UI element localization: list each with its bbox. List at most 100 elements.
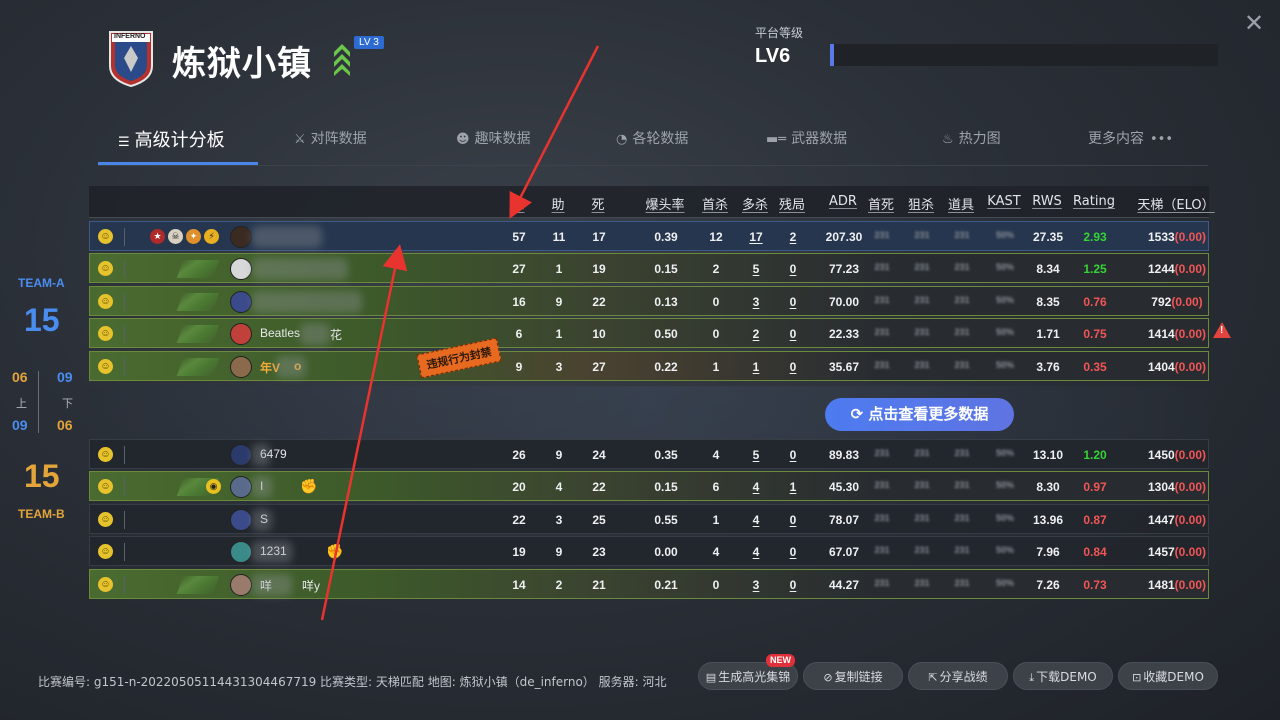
name-blur	[252, 290, 362, 313]
player-avatar[interactable]	[230, 225, 252, 248]
stat-fk: 1	[712, 359, 720, 374]
logo-text: INFERNO	[114, 33, 146, 40]
smile-icon[interactable]: ☺	[98, 544, 113, 560]
player-avatar[interactable]	[230, 258, 252, 281]
leaf-decoration	[176, 575, 220, 594]
tab-heatmap[interactable]: ♨ 热力图	[942, 128, 1001, 148]
tab-round-data[interactable]: ◔ 各轮数据	[616, 128, 688, 148]
stat-kast: 50%	[995, 327, 1014, 338]
second-half-label: 下	[62, 397, 73, 410]
column-header[interactable]: 死	[578, 194, 618, 213]
player-row[interactable]: ☺ 16 9 22 0.13 0 3 0 70.00 231 231 231 50% 8.35 0.76 79…	[89, 285, 1209, 316]
tab-advanced-scoreboard[interactable]: ☰ 高级计分板	[118, 126, 225, 152]
elo-value: 1404	[1147, 359, 1175, 374]
stat-k: 16	[512, 294, 526, 309]
tab-more[interactable]: 更多内容 •••	[1088, 128, 1178, 148]
player-row[interactable]: ☺ Beatles 花 6 1 10 0.50 0 2 0 22.33 231 231 231 50% 1.7…	[89, 318, 1209, 349]
column-header[interactable]: 爆头率	[635, 194, 695, 213]
player-row[interactable]: ☺ 1231 ✊ 19 9 23 0.00 4 4 0 67.07 231 231 231 50% 7.96 0…	[89, 536, 1209, 567]
tab-matchup[interactable]: ⚔ 对阵数据	[294, 128, 367, 148]
smile-icon[interactable]: ☺	[98, 576, 113, 592]
smile-icon: ☻	[456, 132, 470, 147]
player-avatar[interactable]	[230, 476, 252, 499]
player-row[interactable]: ☺ 年V o 9 3 27 0.22 1 1 0 35.67 231 231 231 50% 3.76 0.35…	[89, 350, 1209, 381]
stat-elo: 1304(0.00)	[1132, 480, 1222, 494]
player-row[interactable]: ☺ ◉ I ✊ 20 4 22 0.15 6 4 1 45.30 231 231 231 50% 8.30 0.9…	[89, 471, 1209, 502]
player-avatar[interactable]	[230, 573, 252, 596]
stat-k: 26	[512, 447, 526, 462]
smile-icon[interactable]: ☺	[98, 479, 113, 495]
platform-progress-fill	[830, 44, 834, 66]
player-avatar[interactable]	[230, 443, 252, 466]
stat-fk: 6	[712, 480, 720, 495]
column-header[interactable]: Rating	[1069, 194, 1119, 209]
column-header[interactable]: KAST	[984, 194, 1024, 209]
player-avatar[interactable]	[230, 290, 252, 313]
smile-icon[interactable]: ☺	[98, 326, 113, 342]
name-blur	[252, 573, 292, 596]
stat-kast: 50%	[995, 512, 1014, 523]
column-header[interactable]: 狙杀	[901, 194, 941, 213]
stat-d: 25	[592, 512, 606, 527]
stat-hs: 0.35	[654, 447, 678, 462]
stat-mk: 3	[752, 577, 760, 592]
player-row[interactable]: ☺ 27 1 19 0.15 2 5 0 77.23 231 231 231 50% 8.34 1.25 12…	[89, 253, 1209, 284]
fist-icon: ✊	[300, 478, 318, 495]
stat-clutch: 0	[789, 545, 797, 560]
player-row[interactable]: ☺ 6479 26 9 24 0.35 4 5 0 89.83 231 231 231 50% 13.10 1…	[89, 438, 1209, 469]
share-results-button[interactable]: ⇱ 分享战绩	[908, 662, 1008, 690]
row-divider	[124, 510, 125, 529]
column-header[interactable]: 道具	[941, 194, 981, 213]
name-blur	[252, 476, 272, 499]
smile-icon[interactable]: ☺	[98, 358, 113, 374]
column-header[interactable]: RWS	[1027, 194, 1067, 209]
close-icon[interactable]: ✕	[1240, 10, 1268, 38]
column-header[interactable]: 杀	[498, 194, 538, 213]
first-half-label: 上	[16, 397, 27, 410]
smile-icon[interactable]: ☺	[98, 511, 113, 527]
tab-weapon-data[interactable]: ▬═ 武器数据	[766, 128, 847, 148]
player-avatar[interactable]	[230, 508, 252, 531]
view-more-data-button[interactable]: ⟳ 点击查看更多数据	[825, 398, 1014, 431]
stat-sniper: 231	[914, 577, 930, 588]
row-divider	[124, 478, 125, 497]
stat-hs: 0.22	[654, 359, 678, 374]
column-header[interactable]: 残局	[772, 194, 812, 213]
match-info: 比赛编号: g151-n-20220505114431304467719 比赛类…	[38, 675, 667, 689]
column-header[interactable]: 首死	[861, 194, 901, 213]
stat-clutch: 0	[789, 512, 797, 527]
player-avatar[interactable]	[230, 323, 252, 346]
achievement-fire-icon: ✦	[186, 228, 201, 244]
smile-icon[interactable]: ☺	[98, 261, 113, 277]
elo-delta: (0.00)	[1174, 545, 1207, 560]
player-row[interactable]: ☺ ★ ☠ ✦ ⚡ 57 11 17 0.39 12 17 2 207.30 231 231 231 50% 27…	[89, 220, 1209, 251]
download-demo-button[interactable]: ⤓ 下载DEMO	[1013, 662, 1113, 690]
stat-clutch: 1	[789, 480, 797, 495]
row-divider	[124, 260, 125, 279]
elo-value: 1244	[1147, 262, 1175, 277]
share-icon: ⇱	[928, 671, 938, 684]
smile-icon[interactable]: ☺	[98, 293, 113, 309]
column-header[interactable]: 助	[538, 194, 578, 213]
player-row[interactable]: ☺ 咩咩y 14 2 21 0.21 0 3 0 44.27 231 231 231 50% 7.26 0.7…	[89, 568, 1209, 599]
achievement-bolt-icon: ⚡	[204, 228, 219, 244]
column-header[interactable]: 多杀	[735, 194, 775, 213]
copy-link-button[interactable]: ⊘ 复制链接	[803, 662, 903, 690]
player-name[interactable]: Beatles	[260, 326, 300, 340]
stat-k: 20	[512, 480, 526, 495]
smile-icon[interactable]: ☺	[98, 228, 113, 244]
stat-rating: 0.35	[1083, 359, 1107, 374]
player-avatar[interactable]	[230, 355, 252, 378]
player-row[interactable]: ☺ S 22 3 25 0.55 1 4 0 78.07 231 231 231 50% 13.96 0.87…	[89, 503, 1209, 534]
warning-icon[interactable]: !	[1213, 322, 1231, 338]
player-avatar[interactable]	[230, 541, 252, 564]
stat-rws: 3.76	[1036, 359, 1060, 374]
column-header[interactable]: 天梯（ELO）	[1131, 194, 1221, 213]
clock-icon: ◔	[616, 132, 628, 147]
column-header[interactable]: 首杀	[695, 194, 735, 213]
stat-mk: 3	[752, 294, 760, 309]
row-divider	[124, 575, 125, 594]
bookmark-demo-button[interactable]: ⊡ 收藏DEMO	[1118, 662, 1218, 690]
tab-fun-data[interactable]: ☻ 趣味数据	[456, 128, 531, 148]
smile-icon[interactable]: ☺	[98, 446, 113, 462]
